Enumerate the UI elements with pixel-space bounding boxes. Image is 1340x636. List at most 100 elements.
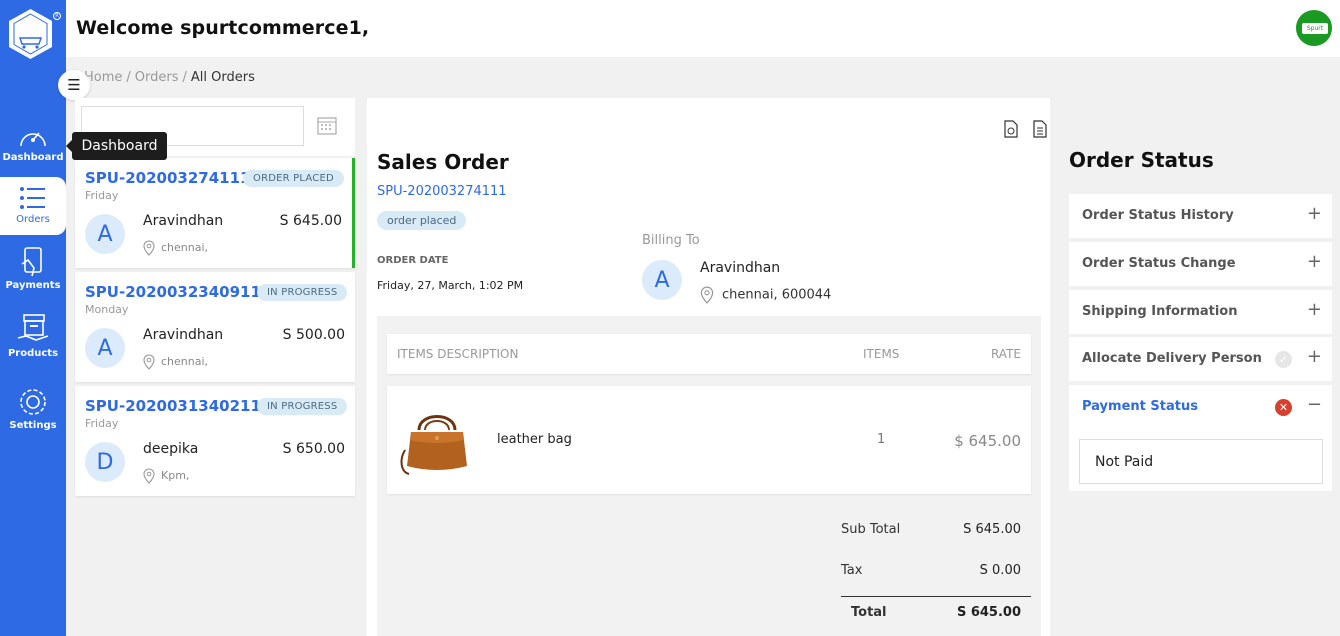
- minus-icon[interactable]: −: [1307, 394, 1322, 415]
- order-amount: S 645.00: [279, 213, 342, 229]
- payment-status-field[interactable]: Not Paid: [1079, 439, 1323, 484]
- order-day: Friday: [85, 189, 119, 202]
- order-day: Monday: [85, 303, 129, 316]
- location-text: chennai,: [161, 355, 209, 368]
- item-rate: $ 645.00: [954, 432, 1021, 450]
- items-area: ITEMS DESCRIPTION ITEMS RATE leather bag…: [377, 316, 1041, 636]
- order-status-panel: Order Status Order Status History + Orde…: [1052, 98, 1340, 636]
- sales-order-title: Sales Order: [377, 150, 509, 174]
- registered-mark: R: [53, 12, 61, 20]
- billing-avatar: A: [642, 260, 682, 300]
- order-id: SPU-2020032340911: [85, 283, 261, 301]
- sidebar-item-dashboard[interactable]: Dashboard: [0, 124, 66, 163]
- order-date-label: ORDER DATE: [377, 255, 449, 266]
- section-label: Order Status Change: [1082, 256, 1236, 271]
- sidebar-item-label: Orders: [16, 214, 50, 225]
- calendar-icon[interactable]: [317, 115, 337, 135]
- close-circle-icon: ✕: [1275, 399, 1292, 416]
- billing-location-text: chennai, 600044: [722, 287, 832, 303]
- top-bar: Welcome spurtcommerce1, Spurt: [66, 0, 1340, 57]
- order-list-panel: SPU-202003274111 ORDER PLACED Friday A A…: [75, 98, 355, 636]
- order-card[interactable]: SPU-202003274111 ORDER PLACED Friday A A…: [75, 158, 355, 268]
- total-row: Total S 645.00: [841, 596, 1031, 620]
- order-card[interactable]: SPU-2020032340911 IN PROGRESS Monday A A…: [75, 272, 355, 382]
- sidebar-item-label: Dashboard: [2, 152, 64, 163]
- plus-icon[interactable]: +: [1307, 299, 1322, 320]
- pdf-download-icon[interactable]: [1003, 120, 1019, 142]
- customer-location: Kpm,: [143, 468, 189, 484]
- order-status-history-section[interactable]: Order Status History +: [1069, 194, 1332, 238]
- location-pin-icon: [143, 468, 155, 484]
- sidebar-item-label: Products: [7, 348, 59, 359]
- sidebar-item-products[interactable]: Products: [0, 312, 66, 359]
- customer-avatar: D: [85, 442, 125, 482]
- breadcrumb-current: All Orders: [190, 70, 255, 85]
- order-status-title: Order Status: [1069, 148, 1214, 172]
- order-date-value: Friday, 27, March, 1:02 PM: [377, 279, 524, 292]
- total-label: Total: [851, 605, 887, 620]
- sidebar-item-orders[interactable]: Orders: [0, 177, 66, 235]
- plus-icon[interactable]: +: [1307, 203, 1322, 224]
- subtotal-value: S 645.00: [963, 522, 1021, 537]
- status-badge: ORDER PLACED: [243, 170, 344, 187]
- customer-avatar: A: [85, 328, 125, 368]
- sidebar: R Dashboard Orders Payments Products Set…: [0, 0, 66, 636]
- tax-label: Tax: [841, 563, 863, 578]
- products-icon: [17, 314, 49, 341]
- order-card[interactable]: SPU-2020031340211 IN PROGRESS Friday D d…: [75, 386, 355, 496]
- order-id: SPU-2020031340211: [85, 397, 261, 415]
- order-amount: S 500.00: [282, 327, 345, 343]
- payments-icon: [21, 247, 42, 277]
- section-label: Payment Status: [1082, 399, 1198, 414]
- plus-icon[interactable]: +: [1307, 251, 1322, 272]
- customer-name: deepika: [143, 441, 199, 457]
- avatar-logo-text: Spurt: [1302, 23, 1328, 34]
- plus-icon[interactable]: +: [1307, 346, 1322, 367]
- payment-status-section[interactable]: Payment Status ✕ −: [1069, 385, 1332, 429]
- tax-row: Tax S 0.00: [841, 563, 1031, 578]
- sales-order-status-badge: order placed: [377, 211, 467, 230]
- check-icon: ✓: [1275, 351, 1292, 368]
- subtotal-label: Sub Total: [841, 522, 901, 537]
- order-amount: S 650.00: [282, 441, 345, 457]
- section-label: Allocate Delivery Person: [1082, 351, 1262, 366]
- location-text: Kpm,: [161, 469, 190, 482]
- col-rate: RATE: [990, 347, 1021, 361]
- location-pin-icon: [143, 240, 155, 256]
- billing-name: Aravindhan: [700, 260, 781, 276]
- list-icon: [20, 187, 45, 209]
- shipping-information-section[interactable]: Shipping Information +: [1069, 290, 1332, 334]
- sidebar-item-label: Settings: [9, 420, 57, 431]
- spurt-logo[interactable]: [8, 8, 53, 60]
- total-value: S 645.00: [956, 605, 1021, 620]
- hamburger-menu-button[interactable]: ☰: [58, 70, 90, 100]
- user-avatar[interactable]: Spurt: [1294, 8, 1334, 48]
- document-actions: [995, 120, 1048, 142]
- location-pin-icon: [700, 286, 714, 304]
- dashboard-tooltip: Dashboard: [66, 132, 167, 160]
- col-items-description: ITEMS DESCRIPTION: [397, 347, 519, 361]
- breadcrumb: Home / Orders / All Orders: [84, 70, 255, 85]
- item-row: leather bag 1 $ 645.00: [387, 386, 1031, 494]
- hamburger-icon: ☰: [67, 76, 81, 94]
- leather-bag-image: [400, 415, 467, 475]
- breadcrumb-orders[interactable]: Orders: [135, 70, 179, 85]
- welcome-text: Welcome spurtcommerce1,: [76, 17, 370, 39]
- section-label: Order Status History: [1082, 208, 1234, 223]
- invoice-icon[interactable]: [1032, 120, 1048, 142]
- payment-status-content: Not Paid: [1069, 429, 1332, 491]
- customer-avatar: A: [85, 214, 125, 254]
- item-name: leather bag: [497, 432, 572, 447]
- allocate-delivery-person-section[interactable]: Allocate Delivery Person ✓ +: [1069, 337, 1332, 381]
- customer-name: Aravindhan: [143, 327, 224, 343]
- order-id: SPU-202003274111: [85, 169, 251, 187]
- order-status-change-section[interactable]: Order Status Change +: [1069, 242, 1332, 286]
- speedometer-icon: [20, 132, 46, 147]
- gear-icon: [20, 389, 46, 415]
- order-day: Friday: [85, 417, 119, 430]
- status-badge: IN PROGRESS: [257, 398, 348, 415]
- location-text: chennai,: [161, 241, 209, 254]
- sidebar-item-settings[interactable]: Settings: [0, 386, 66, 431]
- sidebar-item-payments[interactable]: Payments: [0, 246, 66, 291]
- item-quantity: 1: [877, 432, 886, 447]
